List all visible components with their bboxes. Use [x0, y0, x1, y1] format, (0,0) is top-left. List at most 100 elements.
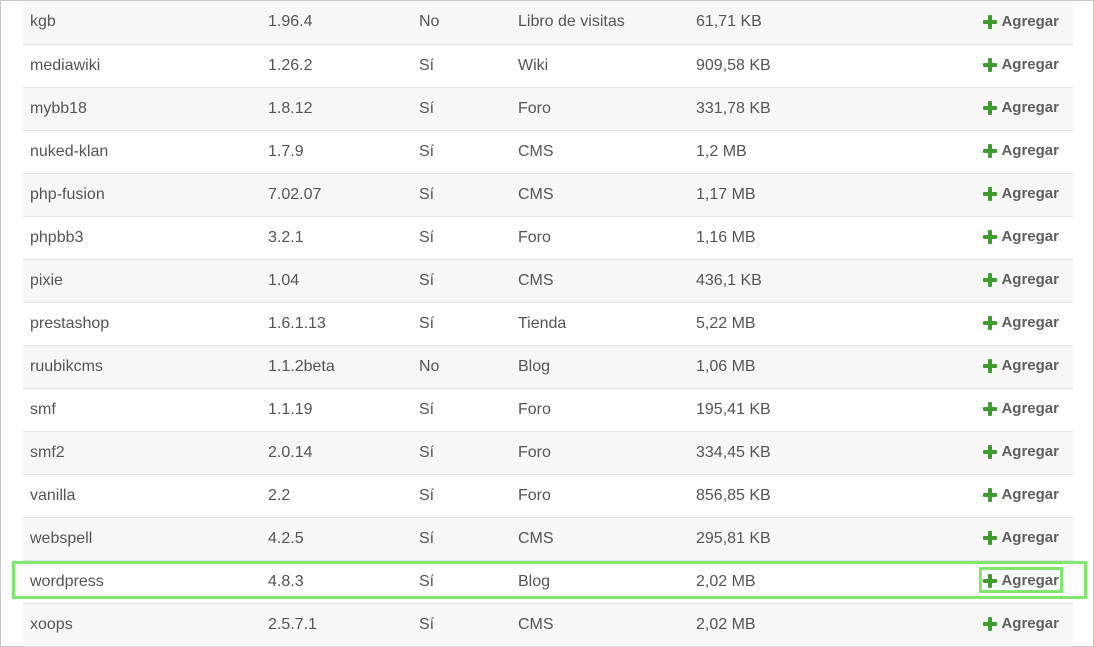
app-category: Foro: [518, 400, 551, 418]
add-app-button-label: Agregar: [1001, 314, 1059, 332]
app-category: CMS: [518, 615, 554, 633]
app-action-cell: Agregar: [896, 259, 1073, 302]
plus-icon: [983, 315, 998, 330]
table-row: mybb18 1.8.12 Sí Foro 331,78 KB Agregar: [23, 87, 1073, 130]
add-app-button[interactable]: Agregar: [981, 613, 1061, 634]
app-version: 4.2.5: [268, 529, 304, 547]
plus-icon: [983, 272, 998, 287]
app-name: ruubikcms: [30, 357, 103, 375]
add-app-button-label: Agregar: [1001, 228, 1059, 246]
add-app-button[interactable]: Agregar: [981, 441, 1061, 462]
app-size: 1,17 MB: [696, 185, 756, 203]
add-app-button[interactable]: Agregar: [981, 269, 1061, 290]
app-version: 1.96.4: [268, 13, 313, 31]
app-version: 1.1.2beta: [268, 357, 335, 375]
table-row: pixie 1.04 Sí CMS 436,1 KB Agregar: [23, 259, 1073, 302]
add-app-button[interactable]: Agregar: [981, 570, 1061, 591]
add-app-button-label: Agregar: [1001, 443, 1059, 461]
app-name: pixie: [30, 271, 63, 289]
add-app-button[interactable]: Agregar: [981, 527, 1061, 548]
app-name: xoops: [30, 615, 73, 633]
app-ssl: Sí: [419, 615, 435, 633]
app-name: mediawiki: [30, 56, 101, 74]
app-ssl: Sí: [419, 185, 435, 203]
add-app-button[interactable]: Agregar: [981, 11, 1061, 32]
add-app-button-label: Agregar: [1001, 572, 1059, 590]
add-app-button[interactable]: Agregar: [981, 312, 1061, 333]
app-category: Blog: [518, 357, 551, 375]
plus-icon: [983, 358, 998, 373]
app-action-cell: Agregar: [896, 431, 1073, 474]
table-row: wordpress 4.8.3 Sí Blog 2,02 MB Agregar: [23, 560, 1073, 603]
app-category: CMS: [518, 185, 554, 203]
app-ssl: No: [419, 13, 440, 31]
app-ssl: Sí: [419, 56, 435, 74]
add-app-button[interactable]: Agregar: [981, 140, 1061, 161]
app-category: CMS: [518, 271, 554, 289]
add-app-button-label: Agregar: [1001, 357, 1059, 375]
app-category: Tienda: [518, 314, 567, 332]
app-action-cell: Agregar: [896, 87, 1073, 130]
app-ssl: Sí: [419, 228, 435, 246]
add-app-button[interactable]: Agregar: [981, 226, 1061, 247]
app-name: phpbb3: [30, 228, 84, 246]
plus-icon: [983, 143, 998, 158]
add-app-button[interactable]: Agregar: [981, 183, 1061, 204]
app-action-cell: Agregar: [896, 130, 1073, 173]
app-ssl: Sí: [419, 486, 435, 504]
app-size: 2,02 MB: [696, 615, 756, 633]
plus-icon: [983, 100, 998, 115]
app-size: 295,81 KB: [696, 529, 771, 547]
add-app-button[interactable]: Agregar: [981, 97, 1061, 118]
app-ssl: Sí: [419, 99, 435, 117]
add-app-button-label: Agregar: [1001, 271, 1059, 289]
app-version: 3.2.1: [268, 228, 304, 246]
app-size: 334,45 KB: [696, 443, 771, 461]
table-row: nuked-klan 1.7.9 Sí CMS 1,2 MB Agregar: [23, 130, 1073, 173]
app-category: Foro: [518, 228, 551, 246]
app-action-cell: Agregar: [896, 517, 1073, 560]
app-category: CMS: [518, 529, 554, 547]
apps-table-container: kgb 1.96.4 No Libro de visitas 61,71 KB Agreg…: [23, 1, 1073, 647]
add-app-button[interactable]: Agregar: [981, 398, 1061, 419]
app-name: nuked-klan: [30, 142, 109, 160]
table-row: mediawiki 1.26.2 Sí Wiki 909,58 KB Agregar: [23, 44, 1073, 87]
plus-icon: [983, 444, 998, 459]
app-ssl: Sí: [419, 443, 435, 461]
add-app-button[interactable]: Agregar: [981, 54, 1061, 75]
table-row: prestashop 1.6.1.13 Sí Tienda 5,22 MB Agregar: [23, 302, 1073, 345]
plus-icon: [983, 186, 998, 201]
app-size: 909,58 KB: [696, 56, 771, 74]
plus-icon: [983, 573, 998, 588]
table-row: xoops 2.5.7.1 Sí CMS 2,02 MB Agregar: [23, 603, 1073, 646]
app-version: 1.6.1.13: [268, 314, 326, 332]
plus-icon: [983, 401, 998, 416]
table-row: kgb 1.96.4 No Libro de visitas 61,71 KB Agreg…: [23, 1, 1073, 44]
table-row: vanilla 2.2 Sí Foro 856,85 KB Agregar: [23, 474, 1073, 517]
add-app-button[interactable]: Agregar: [981, 355, 1061, 376]
app-version: 2.5.7.1: [268, 615, 317, 633]
app-size: 5,22 MB: [696, 314, 756, 332]
app-version: 1.26.2: [268, 56, 313, 74]
app-ssl: Sí: [419, 142, 435, 160]
add-app-button-label: Agregar: [1001, 486, 1059, 504]
app-version: 1.8.12: [268, 99, 313, 117]
app-name: vanilla: [30, 486, 76, 504]
app-category: Libro de visitas: [518, 13, 625, 31]
app-ssl: Sí: [419, 314, 435, 332]
app-size: 61,71 KB: [696, 13, 762, 31]
app-size: 195,41 KB: [696, 400, 771, 418]
app-ssl: No: [419, 357, 440, 375]
app-size: 1,16 MB: [696, 228, 756, 246]
plus-icon: [983, 530, 998, 545]
app-action-cell: Agregar: [896, 44, 1073, 87]
app-category: Wiki: [518, 56, 549, 74]
app-version: 7.02.07: [268, 185, 322, 203]
app-action-cell: Agregar: [896, 560, 1073, 603]
add-app-button[interactable]: Agregar: [981, 484, 1061, 505]
app-version: 4.8.3: [268, 572, 304, 590]
table-row: ruubikcms 1.1.2beta No Blog 1,06 MB Agregar: [23, 345, 1073, 388]
app-name: wordpress: [30, 572, 104, 590]
table-row: php-fusion 7.02.07 Sí CMS 1,17 MB Agregar: [23, 173, 1073, 216]
app-name: prestashop: [30, 314, 110, 332]
